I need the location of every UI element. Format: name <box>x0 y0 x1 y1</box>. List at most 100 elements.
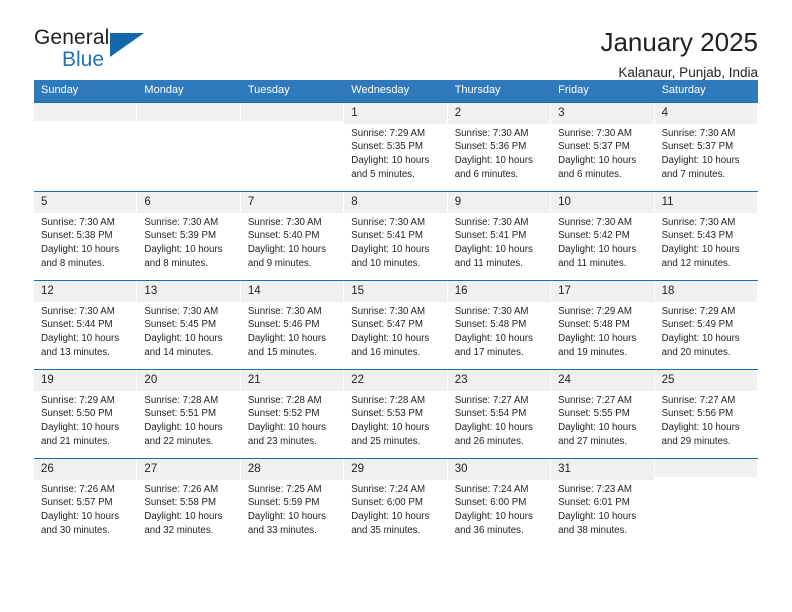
page-title: January 2025 <box>600 27 758 57</box>
day-number: 29 <box>344 459 447 480</box>
day-cell[interactable] <box>654 459 758 548</box>
daylight-text-line2: and 8 minutes. <box>41 257 105 269</box>
day-cell[interactable]: 8 Sunrise: 7:30 AM Sunset: 5:41 PM Daylight… <box>344 192 448 281</box>
day-cell[interactable]: 2 Sunrise: 7:30 AM Sunset: 5:36 PM Daylight… <box>447 103 552 192</box>
day-cell[interactable]: 5 Sunrise: 7:30 AM Sunset: 5:38 PM Daylight… <box>34 192 138 281</box>
daylight-text-line1: Daylight: 10 hours <box>247 244 326 256</box>
weekday-thursday: Thursday <box>454 84 501 96</box>
weekday-header-row: Sunday Monday Tuesday Wednesday Thursday… <box>34 80 758 103</box>
daylight-text-line1: Daylight: 10 hours <box>41 244 120 256</box>
day-cell[interactable]: 4 Sunrise: 7:30 AM Sunset: 5:37 PM Daylight… <box>654 103 758 192</box>
day-details: Sunrise: 7:28 AM Sunset: 5:53 PM Daylight:… <box>344 391 446 449</box>
day-number: 28 <box>240 459 344 480</box>
daylight-text-line1: Daylight: 10 hours <box>661 244 740 256</box>
day-cell[interactable]: 22 Sunrise: 7:28 AM Sunset: 5:53 PM Dayligh… <box>344 370 448 459</box>
day-cell[interactable] <box>240 103 345 192</box>
day-number: 19 <box>34 370 137 391</box>
sunset-text: Sunset: 5:42 PM <box>558 230 630 242</box>
sunrise-text: Sunrise: 7:30 AM <box>661 127 736 139</box>
page-subtitle: Kalanaur, Punjab, India <box>618 64 758 80</box>
day-cell[interactable]: 3 Sunrise: 7:30 AM Sunset: 5:37 PM Daylight… <box>551 103 655 192</box>
sunrise-text: Sunrise: 7:30 AM <box>351 216 426 228</box>
daylight-text-line2: and 27 minutes. <box>558 435 628 447</box>
day-cell[interactable]: 9 Sunrise: 7:30 AM Sunset: 5:41 PM Daylight… <box>447 192 552 281</box>
weekday-saturday: Saturday <box>661 84 706 96</box>
daylight-text-line1: Daylight: 10 hours <box>144 511 223 523</box>
daylight-text-line2: and 26 minutes. <box>454 435 524 447</box>
day-details: Sunrise: 7:28 AM Sunset: 5:52 PM Daylight:… <box>241 391 343 449</box>
sunset-text: Sunset: 5:56 PM <box>661 408 734 420</box>
sunset-text: Sunset: 5:37 PM <box>558 141 630 153</box>
day-details: Sunrise: 7:28 AM Sunset: 5:51 PM Daylight:… <box>137 391 239 449</box>
sunrise-text: Sunrise: 7:25 AM <box>247 483 322 495</box>
daylight-text-line1: Daylight: 10 hours <box>247 511 326 523</box>
day-number: 22 <box>344 370 447 391</box>
day-number: 6 <box>137 192 240 213</box>
day-details: Sunrise: 7:30 AM Sunset: 5:41 PM Daylight:… <box>344 213 446 271</box>
daylight-text-line2: and 33 minutes. <box>247 524 317 536</box>
day-cell[interactable]: 15 Sunrise: 7:30 AM Sunset: 5:47 PM Dayligh… <box>344 281 448 370</box>
day-cell[interactable]: 30 Sunrise: 7:24 AM Sunset: 6:00 PM Dayligh… <box>447 459 552 548</box>
sunrise-text: Sunrise: 7:29 AM <box>661 305 736 317</box>
day-cell[interactable]: 23 Sunrise: 7:27 AM Sunset: 5:54 PM Dayligh… <box>447 370 552 459</box>
day-cell[interactable]: 29 Sunrise: 7:24 AM Sunset: 6:00 PM Dayligh… <box>344 459 448 548</box>
day-cell[interactable]: 28 Sunrise: 7:25 AM Sunset: 5:59 PM Dayligh… <box>240 459 345 548</box>
day-cell[interactable]: 11 Sunrise: 7:30 AM Sunset: 5:43 PM Dayligh… <box>654 192 758 281</box>
day-cell[interactable]: 25 Sunrise: 7:27 AM Sunset: 5:56 PM Dayligh… <box>654 370 758 459</box>
day-cell[interactable]: 7 Sunrise: 7:30 AM Sunset: 5:40 PM Daylight… <box>240 192 345 281</box>
day-cell[interactable]: 24 Sunrise: 7:27 AM Sunset: 5:55 PM Dayligh… <box>551 370 655 459</box>
daylight-text-line1: Daylight: 10 hours <box>247 422 326 434</box>
day-number: 1 <box>344 103 447 124</box>
sunrise-text: Sunrise: 7:26 AM <box>144 483 219 495</box>
day-cell[interactable]: 6 Sunrise: 7:30 AM Sunset: 5:39 PM Daylight… <box>137 192 241 281</box>
sunset-text: Sunset: 5:39 PM <box>144 230 217 242</box>
day-number: 27 <box>137 459 240 480</box>
sunrise-text: Sunrise: 7:30 AM <box>247 216 322 228</box>
day-cell[interactable]: 1 Sunrise: 7:29 AM Sunset: 5:35 PM Daylight… <box>344 103 448 192</box>
daylight-text-line1: Daylight: 10 hours <box>454 333 533 345</box>
sunset-text: Sunset: 5:37 PM <box>661 141 734 153</box>
day-cell[interactable]: 20 Sunrise: 7:28 AM Sunset: 5:51 PM Dayligh… <box>137 370 241 459</box>
day-number: 9 <box>447 192 551 213</box>
daylight-text-line1: Daylight: 10 hours <box>351 244 430 256</box>
day-cell[interactable]: 21 Sunrise: 7:28 AM Sunset: 5:52 PM Dayligh… <box>240 370 345 459</box>
daylight-text-line1: Daylight: 10 hours <box>247 333 326 345</box>
sunset-text: Sunset: 5:40 PM <box>247 230 320 242</box>
day-cell[interactable] <box>137 103 241 192</box>
day-cell[interactable]: 26 Sunrise: 7:26 AM Sunset: 5:57 PM Dayligh… <box>34 459 138 548</box>
day-cell[interactable]: 27 Sunrise: 7:26 AM Sunset: 5:58 PM Dayligh… <box>137 459 241 548</box>
day-number: 4 <box>654 103 757 124</box>
daylight-text-line2: and 13 minutes. <box>41 346 110 358</box>
daylight-text-line2: and 29 minutes. <box>661 435 731 447</box>
sunrise-text: Sunrise: 7:30 AM <box>41 305 115 317</box>
day-cell[interactable]: 17 Sunrise: 7:29 AM Sunset: 5:48 PM Dayligh… <box>551 281 655 370</box>
daylight-text-line2: and 21 minutes. <box>41 435 110 447</box>
day-details: Sunrise: 7:30 AM Sunset: 5:44 PM Daylight:… <box>34 302 136 360</box>
day-cell[interactable]: 13 Sunrise: 7:30 AM Sunset: 5:45 PM Dayligh… <box>137 281 241 370</box>
daylight-text-line1: Daylight: 10 hours <box>454 244 533 256</box>
day-cell[interactable]: 12 Sunrise: 7:30 AM Sunset: 5:44 PM Dayligh… <box>34 281 138 370</box>
daylight-text-line2: and 7 minutes. <box>661 168 726 180</box>
day-number <box>34 103 137 122</box>
day-details: Sunrise: 7:26 AM Sunset: 5:57 PM Daylight:… <box>34 480 136 538</box>
daylight-text-line1: Daylight: 10 hours <box>351 155 430 167</box>
daylight-text-line2: and 6 minutes. <box>558 168 622 180</box>
day-cell[interactable]: 31 Sunrise: 7:23 AM Sunset: 6:01 PM Dayligh… <box>551 459 655 548</box>
day-details: Sunrise: 7:26 AM Sunset: 5:58 PM Daylight:… <box>137 480 239 538</box>
day-number: 31 <box>551 459 654 480</box>
day-cell[interactable]: 14 Sunrise: 7:30 AM Sunset: 5:46 PM Dayligh… <box>240 281 345 370</box>
general-blue-logo[interactable]: General Blue <box>34 26 184 82</box>
day-cell[interactable]: 19 Sunrise: 7:29 AM Sunset: 5:50 PM Dayligh… <box>34 370 138 459</box>
day-cell[interactable]: 10 Sunrise: 7:30 AM Sunset: 5:42 PM Dayligh… <box>551 192 655 281</box>
day-cell[interactable]: 18 Sunrise: 7:29 AM Sunset: 5:49 PM Dayligh… <box>654 281 758 370</box>
daylight-text-line2: and 25 minutes. <box>351 435 421 447</box>
day-cell[interactable] <box>34 103 138 192</box>
daylight-text-line1: Daylight: 10 hours <box>351 511 430 523</box>
day-number: 8 <box>344 192 447 213</box>
day-cell[interactable]: 16 Sunrise: 7:30 AM Sunset: 5:48 PM Dayligh… <box>447 281 552 370</box>
daylight-text-line1: Daylight: 10 hours <box>41 511 120 523</box>
daylight-text-line1: Daylight: 10 hours <box>454 422 533 434</box>
daylight-text-line1: Daylight: 10 hours <box>144 422 223 434</box>
day-number: 15 <box>344 281 447 302</box>
day-number: 25 <box>654 370 757 391</box>
